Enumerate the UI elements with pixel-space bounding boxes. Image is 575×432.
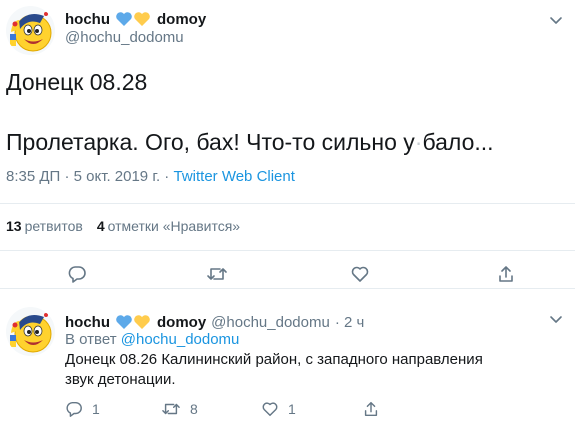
tweet-text: Донецк 08.28 Пролетарка. Ого, бах! Что-т… bbox=[6, 67, 494, 157]
share-icon bbox=[364, 401, 378, 417]
author-handle[interactable]: @hochu_dodomu bbox=[211, 314, 330, 331]
retweet-count: 8 bbox=[190, 401, 198, 417]
author-line: hochu domoy bbox=[65, 9, 206, 29]
like-button[interactable] bbox=[350, 264, 370, 284]
hearts-emoji bbox=[115, 11, 151, 27]
tweet-stats: 13 ретвитов 4 отметки «Нравится» bbox=[6, 218, 240, 234]
replying-to: В ответ @hochu_dodomu bbox=[65, 331, 240, 348]
share-button[interactable] bbox=[362, 400, 380, 418]
reply-mention-link[interactable]: @hochu_dodomu bbox=[121, 331, 240, 348]
blue-heart-icon bbox=[116, 12, 132, 26]
divider bbox=[0, 203, 575, 204]
share-button[interactable] bbox=[496, 264, 516, 284]
yellow-heart-icon bbox=[134, 12, 150, 26]
tweet-meta: 8:35 ДП · 5 окт. 2019 г. · Twitter Web C… bbox=[6, 168, 295, 185]
reply-count: 1 bbox=[92, 401, 100, 417]
hearts-emoji bbox=[115, 314, 151, 330]
reply-icon bbox=[68, 266, 86, 283]
author-name[interactable]: hochu bbox=[65, 314, 110, 331]
reply-button[interactable]: 1 bbox=[65, 400, 100, 418]
tweet-text-line: Донецк 08.28 bbox=[6, 69, 148, 95]
retweet-button[interactable]: 8 bbox=[161, 400, 198, 418]
author-handle[interactable]: @hochu_dodomu bbox=[65, 29, 184, 46]
yellow-heart-icon bbox=[134, 315, 150, 329]
author-name-suffix: domoy bbox=[157, 313, 207, 331]
reply-icon bbox=[66, 401, 82, 417]
tweet-age[interactable]: · 2 ч bbox=[335, 314, 365, 331]
author-name[interactable]: hochu bbox=[65, 11, 110, 28]
blue-heart-icon bbox=[116, 315, 132, 329]
share-icon bbox=[499, 266, 513, 282]
tweet-date[interactable]: 5 окт. 2019 г. bbox=[74, 168, 160, 185]
retweet-icon bbox=[207, 268, 227, 280]
reply-button[interactable] bbox=[67, 264, 87, 284]
reply-tweet-text: Донецк 08.26 Калининский район, с западн… bbox=[65, 351, 483, 388]
like-count: 1 bbox=[288, 401, 296, 417]
heart-icon bbox=[351, 266, 369, 282]
chevron-down-icon[interactable] bbox=[546, 309, 566, 329]
heart-icon bbox=[262, 402, 278, 417]
avatar[interactable] bbox=[6, 6, 55, 55]
chevron-down-icon[interactable] bbox=[546, 10, 566, 30]
retweets-stat[interactable]: 13 ретвитов bbox=[6, 218, 83, 234]
tweet-time[interactable]: 8:35 ДП bbox=[6, 168, 60, 185]
like-button[interactable]: 1 bbox=[261, 400, 296, 418]
tweet-client-link[interactable]: Twitter Web Client bbox=[173, 168, 294, 185]
author-name-suffix: domoy bbox=[157, 10, 207, 28]
retweet-icon bbox=[162, 403, 180, 415]
likes-stat[interactable]: 4 отметки «Нравится» bbox=[97, 218, 240, 234]
retweet-button[interactable] bbox=[206, 264, 228, 284]
divider bbox=[0, 250, 575, 251]
avatar[interactable] bbox=[6, 307, 55, 356]
reply-author-line: hochu domoy @hochu_dodomu · 2 ч bbox=[65, 312, 364, 332]
tweet-text-line: Пролетарка. Ого, бах! Что-то сильно у·ба… bbox=[6, 129, 494, 155]
